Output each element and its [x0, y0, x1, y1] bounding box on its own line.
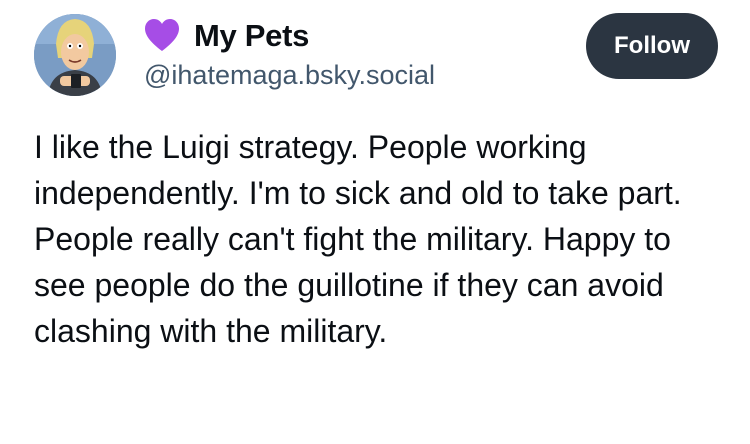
follow-button[interactable]: Follow [586, 13, 718, 79]
author-handle[interactable]: @ihatemaga.bsky.social [144, 60, 435, 91]
author-display-name[interactable]: My Pets [194, 18, 309, 54]
post-text: I like the Luigi strategy. People workin… [34, 129, 682, 349]
avatar[interactable] [34, 14, 116, 96]
author-name-row: My Pets [144, 16, 309, 56]
post-card: My Pets @ihatemaga.bsky.social Follow I … [0, 0, 750, 444]
purple-heart-icon [145, 19, 179, 51]
cartoon-character-avatar-icon [34, 14, 116, 96]
